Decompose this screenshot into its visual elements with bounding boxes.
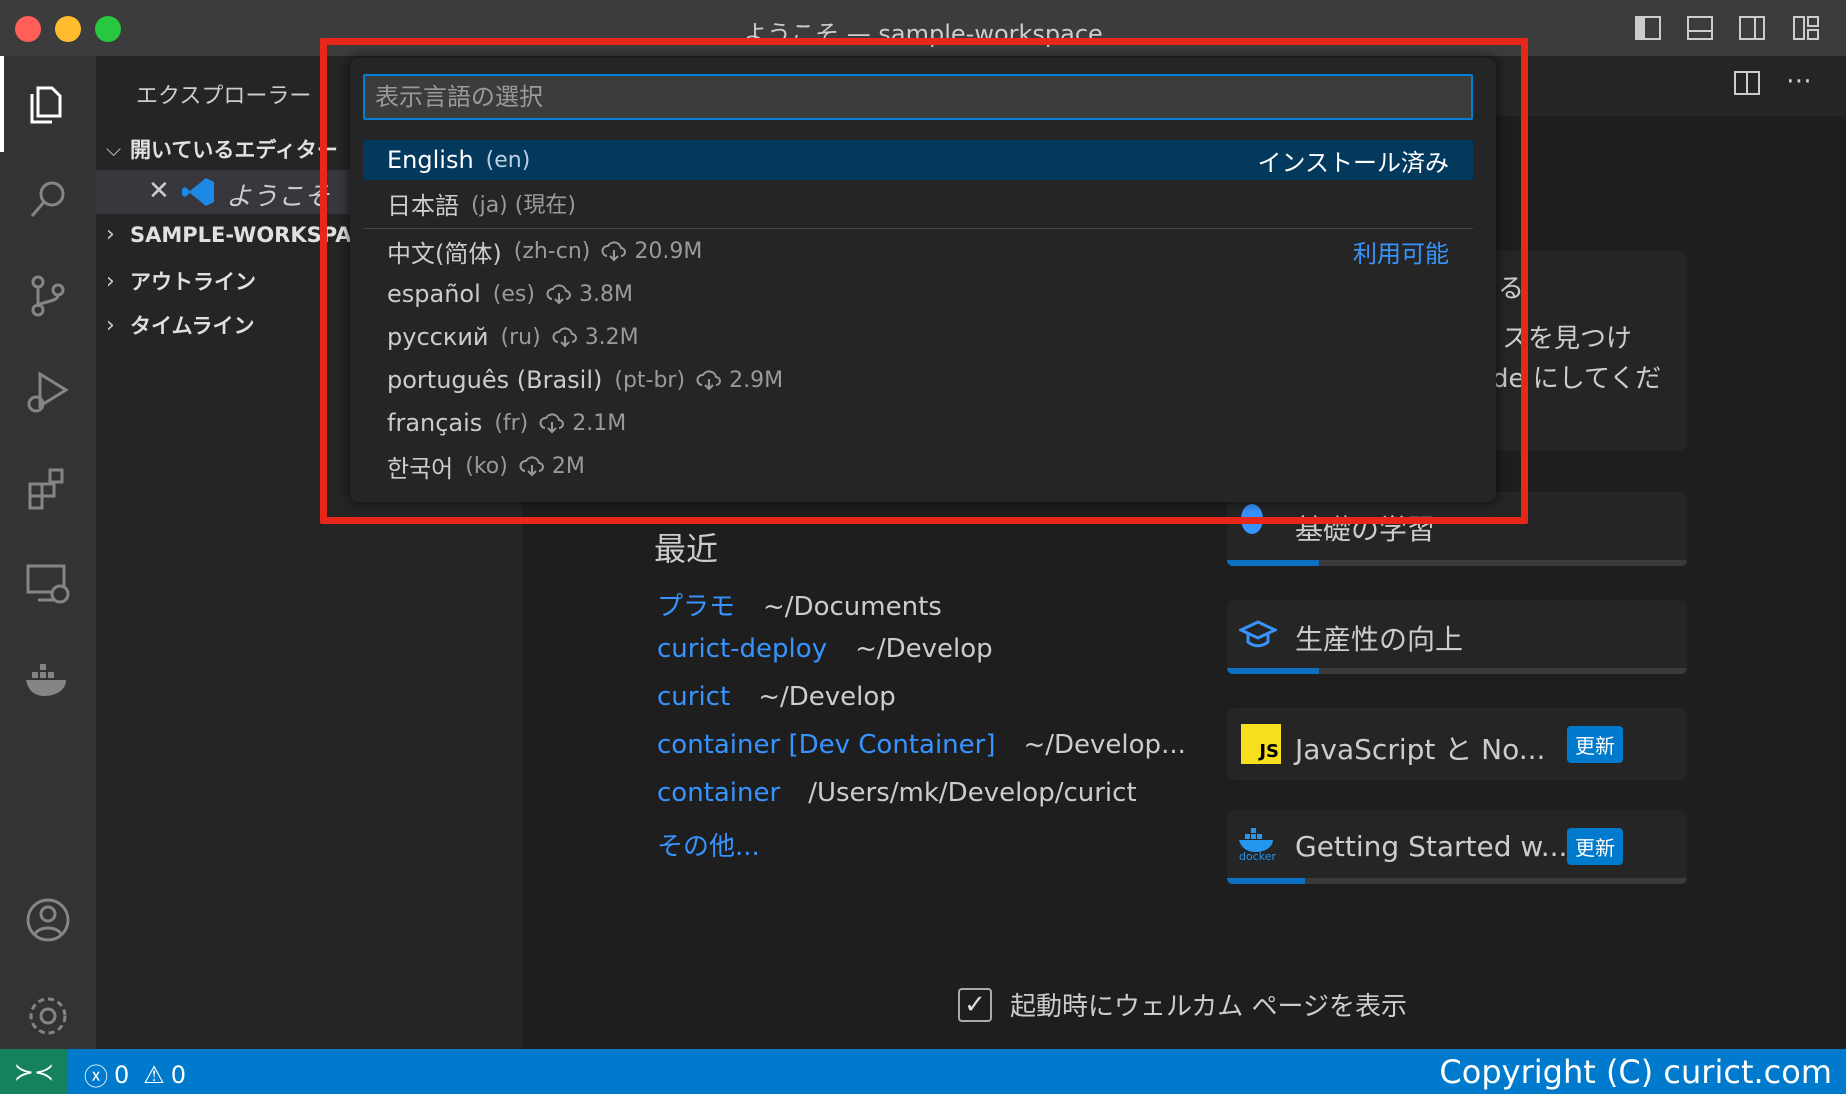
run-debug-icon[interactable] — [0, 352, 96, 432]
show-on-startup-checkbox[interactable]: ✓ — [958, 987, 992, 1022]
activity-bar — [0, 56, 96, 1049]
copyright-text: Copyright (C) curict.com — [1439, 1053, 1832, 1091]
walkthrough-card[interactable]: 生産性の向上 — [1227, 600, 1687, 674]
timeline-section[interactable]: › タイムライン — [106, 310, 255, 340]
manage-gear-icon[interactable] — [0, 976, 96, 1056]
vscode-logo-icon — [182, 176, 216, 212]
updated-badge: 更新 — [1567, 828, 1623, 865]
accounts-icon[interactable] — [0, 880, 96, 960]
recent-item[interactable]: curict ~/Develop — [657, 682, 896, 712]
show-on-startup-row[interactable]: ✓ 起動時にウェルカム ページを表示 — [958, 986, 1407, 1023]
toggle-primary-sidebar-icon[interactable] — [1632, 12, 1664, 44]
source-control-icon[interactable] — [0, 256, 96, 336]
chevron-right-icon: › — [106, 268, 115, 294]
remote-icon: ≻≺ — [13, 1057, 55, 1086]
chevron-right-icon: › — [106, 222, 115, 247]
show-on-startup-label: 起動時にウェルカム ページを表示 — [1010, 992, 1407, 1022]
customize-layout-icon[interactable] — [1790, 12, 1822, 44]
recent-item[interactable]: プラモ ~/Documents — [657, 586, 942, 623]
highlight-box — [320, 38, 1528, 524]
mortarboard-icon — [1237, 618, 1279, 654]
docker-logo-icon: docker — [1237, 824, 1283, 864]
recent-heading: 最近 — [654, 530, 719, 568]
outline-section[interactable]: › アウトライン — [106, 266, 256, 296]
error-icon: ⓧ — [84, 1063, 108, 1091]
walkthrough-card[interactable]: JS JavaScript と No... 更新 — [1227, 708, 1687, 780]
walkthrough-progress — [1227, 668, 1687, 674]
problems-status[interactable]: ⓧ 0 ⚠ 0 — [84, 1057, 186, 1092]
more-recent-link[interactable]: その他... — [657, 826, 760, 863]
javascript-icon: JS — [1241, 724, 1281, 764]
split-editor-icon[interactable] — [1732, 68, 1762, 102]
open-editors-section[interactable]: ⌵ 開いているエディター — [106, 134, 338, 164]
warning-icon: ⚠ — [143, 1060, 165, 1089]
updated-badge: 更新 — [1567, 726, 1623, 763]
status-bar: ⓧ 0 ⚠ 0 Copyright (C) curict.com — [0, 1049, 1846, 1094]
recent-item[interactable]: container [Dev Container] ~/Develop... — [657, 730, 1186, 760]
chevron-down-icon: ⌵ — [106, 137, 122, 161]
recent-item[interactable]: curict-deploy ~/Develop — [657, 634, 993, 664]
extensions-icon[interactable] — [0, 448, 96, 528]
more-actions-icon[interactable]: ⋯ — [1786, 66, 1812, 96]
walkthrough-card[interactable]: docker Getting Started w... 更新 — [1227, 810, 1687, 884]
chevron-right-icon: › — [106, 312, 115, 338]
explorer-icon[interactable] — [0, 64, 96, 144]
toggle-secondary-sidebar-icon[interactable] — [1736, 12, 1768, 44]
recent-item[interactable]: container/Users/mk/Develop/curict — [657, 778, 1137, 808]
docker-icon[interactable] — [0, 640, 96, 720]
remote-indicator[interactable]: ≻≺ — [0, 1049, 68, 1094]
walkthrough-progress — [1227, 560, 1687, 566]
walkthrough-progress — [1227, 878, 1687, 884]
remote-explorer-icon[interactable] — [0, 544, 96, 624]
search-icon[interactable] — [0, 160, 96, 240]
explorer-header: エクスプローラー — [136, 84, 312, 109]
toggle-panel-icon[interactable] — [1684, 12, 1716, 44]
close-icon[interactable]: ✕ — [148, 176, 170, 206]
